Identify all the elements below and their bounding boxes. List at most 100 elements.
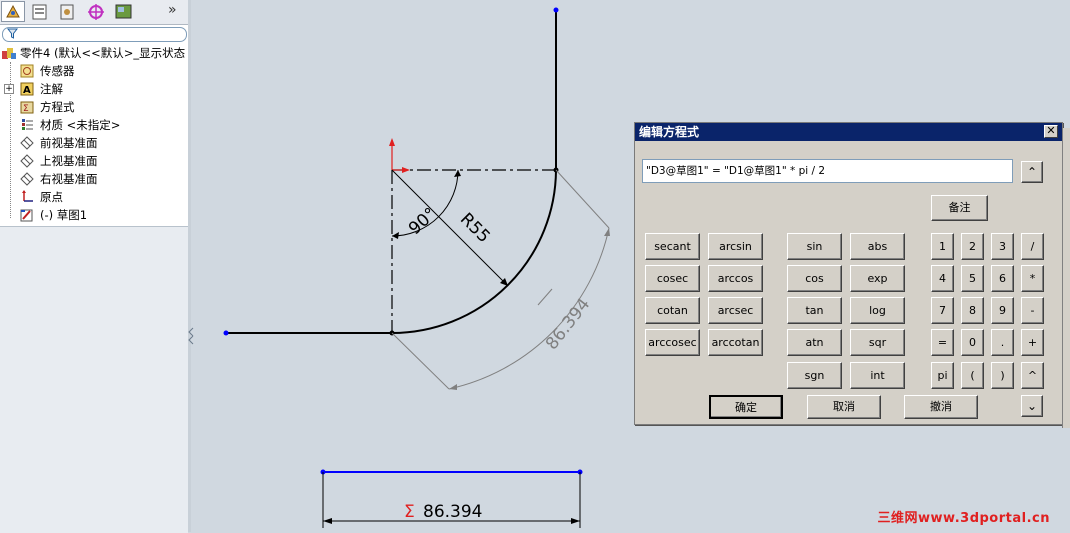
tree-item-label: 右视基准面 <box>40 172 98 186</box>
svg-text:Σ: Σ <box>23 104 29 114</box>
tab-display-manager[interactable] <box>112 1 136 22</box>
undo-button[interactable]: 撤消 <box>904 395 978 419</box>
key-4[interactable]: 4 <box>931 265 954 292</box>
watermark-text: 三维网www.3dportal.cn <box>877 511 1050 526</box>
plane-icon <box>20 136 34 150</box>
tree-item-label: 传感器 <box>40 64 75 78</box>
function-button-sqr[interactable]: sqr <box>850 329 905 356</box>
arc-length-dimension-label[interactable]: 86.394 <box>542 295 594 354</box>
key-decimal[interactable]: . <box>991 329 1014 356</box>
function-button-cotan[interactable]: cotan <box>645 297 700 324</box>
key-9[interactable]: 9 <box>991 297 1014 324</box>
tree-item-sensors[interactable]: 传感器 <box>0 62 188 80</box>
ok-button[interactable]: 确定 <box>709 395 783 419</box>
function-button-arccos[interactable]: arccos <box>708 265 763 292</box>
key-power[interactable]: ^ <box>1021 362 1044 389</box>
extension-line <box>391 332 450 390</box>
tree-item-label: 前视基准面 <box>40 136 98 150</box>
tree-item-equations[interactable]: Σ 方程式 <box>0 98 188 116</box>
dimension-arrow <box>323 518 332 524</box>
extension-line <box>555 169 610 229</box>
tree-item-label: 上视基准面 <box>40 154 98 168</box>
function-button-arcsin[interactable]: arcsin <box>708 233 763 260</box>
key-2[interactable]: 2 <box>961 233 984 260</box>
tab-property-manager[interactable] <box>28 1 52 22</box>
feature-manager-tabbar: » <box>0 0 188 25</box>
tree-item-label: 注解 <box>40 82 63 96</box>
material-icon <box>22 119 33 130</box>
configuration-icon <box>60 4 74 20</box>
key-divide[interactable]: / <box>1021 233 1044 260</box>
function-button-log[interactable]: log <box>850 297 905 324</box>
tree-item-label: (-) 草图1 <box>40 208 88 222</box>
tree-item-material[interactable]: 材质 <未指定> <box>0 116 188 134</box>
endpoint[interactable] <box>553 7 559 13</box>
key-6[interactable]: 6 <box>991 265 1014 292</box>
endpoint[interactable] <box>223 330 229 336</box>
scroll-up-button[interactable]: ⌃ <box>1021 161 1043 183</box>
tree-root-part[interactable]: 零件4 (默认<<默认>_显示状态 <box>0 44 188 62</box>
tree-item-sketch1[interactable]: (-) 草图1 <box>0 206 188 224</box>
key-0[interactable]: 0 <box>961 329 984 356</box>
radius-dimension-label[interactable]: R55 <box>456 209 494 247</box>
toolbar-overflow-button[interactable]: » <box>168 2 177 18</box>
function-button-atn[interactable]: atn <box>787 329 842 356</box>
function-button-sgn[interactable]: sgn <box>787 362 842 389</box>
key-equals[interactable]: = <box>931 329 954 356</box>
function-button-sin[interactable]: sin <box>787 233 842 260</box>
key-1[interactable]: 1 <box>931 233 954 260</box>
key-close-paren[interactable]: ) <box>991 362 1014 389</box>
equation-input[interactable]: "D3@草图1" = "D1@草图1" * pi / 2 <box>642 159 1013 183</box>
key-multiply[interactable]: * <box>1021 265 1044 292</box>
dialog-title: 编辑方程式 <box>639 125 700 139</box>
feature-manager-panel: » 零件4 (默认<<默认>_显示状态 传感器 + A 注解 Σ 方程式 材质 … <box>0 0 189 533</box>
function-button-int[interactable]: int <box>850 362 905 389</box>
expand-down-button[interactable]: ⌄ <box>1021 395 1043 417</box>
function-button-arccosec[interactable]: arccosec <box>645 329 700 356</box>
tree-item-origin[interactable]: 原点 <box>0 188 188 206</box>
sketch-icon <box>20 209 33 222</box>
plane-icon <box>20 154 34 168</box>
key-open-paren[interactable]: ( <box>961 362 984 389</box>
tab-configuration-manager[interactable] <box>56 1 80 22</box>
cancel-button[interactable]: 取消 <box>807 395 881 419</box>
dialog-titlebar[interactable]: 编辑方程式 ✕ <box>635 123 1062 141</box>
comment-button[interactable]: 备注 <box>931 195 988 221</box>
tree-item-top-plane[interactable]: 上视基准面 <box>0 152 188 170</box>
svg-text:A: A <box>23 85 31 96</box>
function-button-cosec[interactable]: cosec <box>645 265 700 292</box>
tree-item-front-plane[interactable]: 前视基准面 <box>0 134 188 152</box>
display-icon <box>115 4 132 19</box>
function-button-exp[interactable]: exp <box>850 265 905 292</box>
feature-filter-input[interactable] <box>2 27 187 42</box>
key-8[interactable]: 8 <box>961 297 984 324</box>
linear-dimension-label[interactable]: 86.394 <box>423 502 482 522</box>
origin-arrow-icon <box>402 167 410 173</box>
key-minus[interactable]: - <box>1021 297 1044 324</box>
function-button-secant[interactable]: secant <box>645 233 700 260</box>
tab-feature-manager[interactable] <box>1 1 25 22</box>
key-5[interactable]: 5 <box>961 265 984 292</box>
expand-icon[interactable]: + <box>4 84 14 94</box>
panel-empty-area <box>0 226 188 533</box>
right-edge-panel <box>1062 128 1070 428</box>
dimension-arrow <box>454 170 461 177</box>
origin-icon <box>22 190 33 202</box>
tree-item-annotations[interactable]: + A 注解 <box>0 80 188 98</box>
close-button[interactable]: ✕ <box>1044 125 1058 138</box>
function-button-abs[interactable]: abs <box>850 233 905 260</box>
function-button-arccotan[interactable]: arccotan <box>708 329 763 356</box>
function-button-tan[interactable]: tan <box>787 297 842 324</box>
equation-sigma-icon: Σ <box>404 502 415 522</box>
key-3[interactable]: 3 <box>991 233 1014 260</box>
function-button-cos[interactable]: cos <box>787 265 842 292</box>
key-pi[interactable]: pi <box>931 362 954 389</box>
tree-root-label: 零件4 (默认<<默认>_显示状态 <box>20 46 186 60</box>
key-plus[interactable]: + <box>1021 329 1044 356</box>
function-button-arcsec[interactable]: arcsec <box>708 297 763 324</box>
key-7[interactable]: 7 <box>931 297 954 324</box>
tree-item-label: 材质 <未指定> <box>40 118 121 132</box>
tab-dimxpert[interactable] <box>84 1 108 22</box>
tree-item-right-plane[interactable]: 右视基准面 <box>0 170 188 188</box>
tree-item-label: 原点 <box>40 190 63 204</box>
